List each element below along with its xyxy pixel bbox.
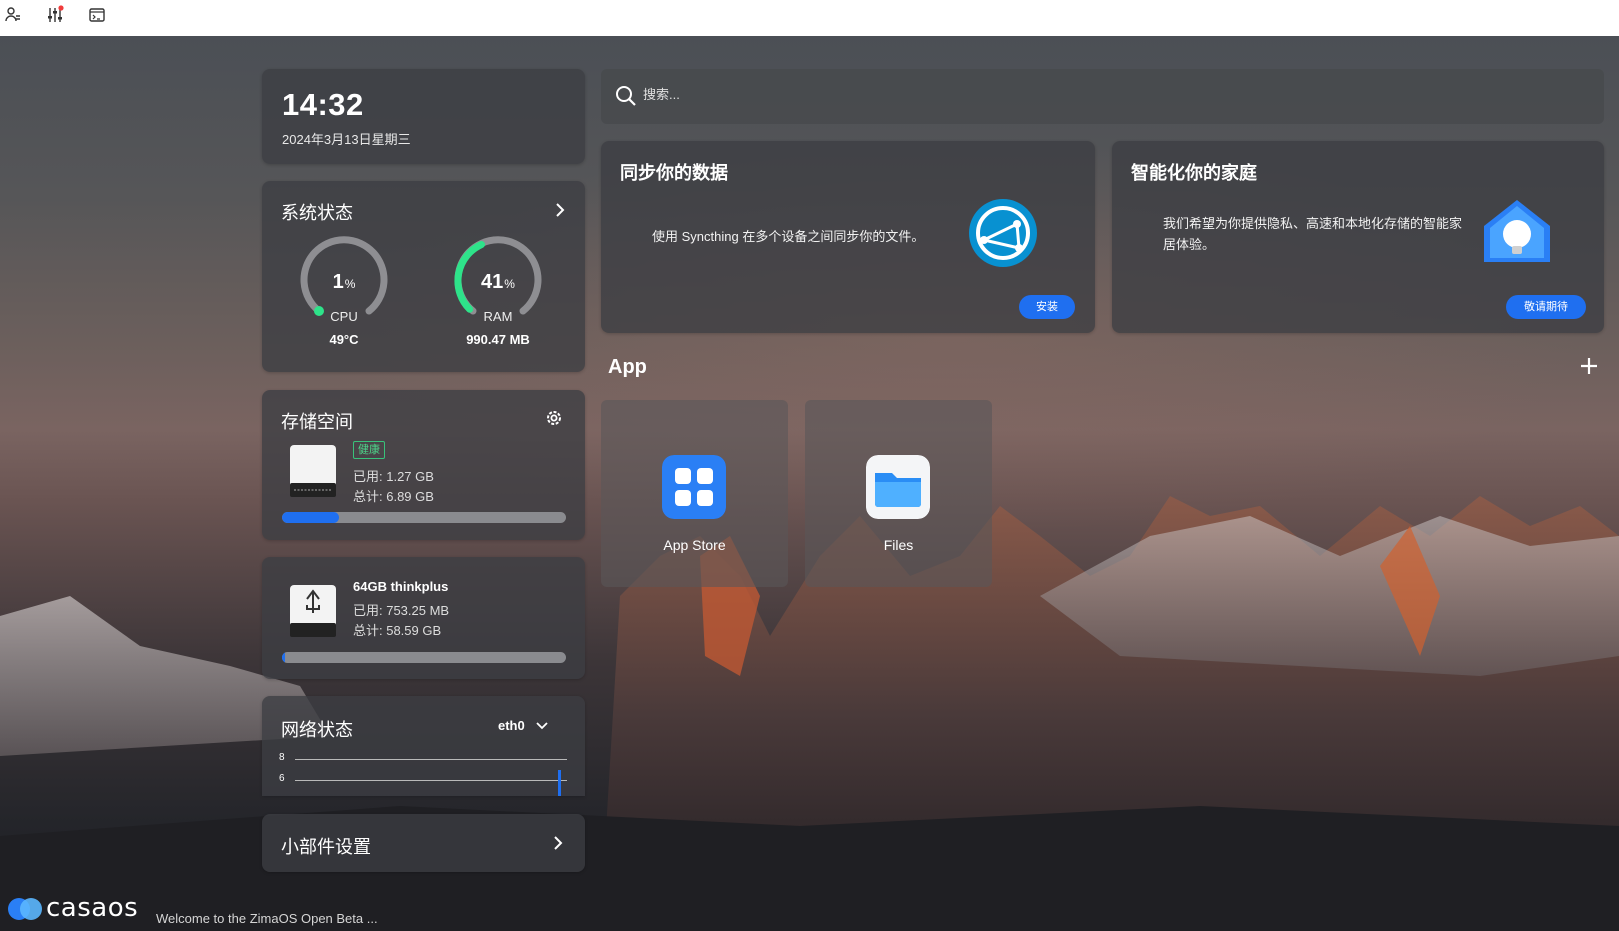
network-title: 网络状态: [281, 720, 353, 740]
promo-title: 智能化你的家庭: [1131, 163, 1257, 183]
footer-message[interactable]: Welcome to the ZimaOS Open Beta ...: [156, 911, 378, 926]
net-gridline: [295, 759, 567, 760]
health-badge: 健康: [353, 441, 385, 459]
cpu-label: CPU: [330, 309, 358, 324]
app-store-icon: [662, 455, 726, 519]
net-gridline: [295, 780, 567, 781]
usb-total: 总计: 58.59 GB: [353, 623, 442, 638]
clock-widget: 14:32 2024年3月13日星期三: [262, 69, 585, 164]
usb-storage-widget: 64GB thinkplus 已用: 753.25 MB 总计: 58.59 G…: [262, 557, 585, 679]
ram-label: RAM: [483, 309, 513, 324]
smart-home-icon: [1484, 200, 1550, 262]
system-status-widget[interactable]: 系统状态 1% CPU 49°C 41% RAM 990.47 MB: [262, 181, 585, 372]
gear-icon[interactable]: [544, 408, 564, 428]
system-status-title: 系统状态: [281, 203, 353, 223]
usb-drive-icon: [290, 585, 336, 637]
net-y-tick: 6: [279, 773, 285, 784]
promo-title: 同步你的数据: [620, 163, 728, 183]
search-input[interactable]: [641, 86, 1245, 103]
search-icon: [616, 86, 636, 106]
usb-usage-bar: [282, 652, 566, 663]
syncthing-icon: [969, 199, 1037, 267]
widget-settings-title: 小部件设置: [281, 837, 371, 857]
chevron-down-icon: [536, 721, 548, 729]
chevron-right-icon[interactable]: [551, 201, 569, 219]
widget-settings-button[interactable]: 小部件设置: [262, 814, 585, 872]
disk-total: 总计: 6.89 GB: [353, 489, 434, 504]
cpu-temp: 49°C: [329, 332, 359, 347]
usb-usage-fill: [282, 652, 285, 663]
usb-used: 已用: 753.25 MB: [353, 603, 450, 618]
interface-select[interactable]: eth0: [498, 718, 549, 733]
ram-value: 41%: [481, 271, 515, 293]
casaos-brand: casaos: [46, 893, 139, 923]
ram-used: 990.47 MB: [466, 332, 530, 347]
promo-card-syncthing: 同步你的数据 使用 Syncthing 在多个设备之间同步你的文件。 安装: [601, 141, 1095, 333]
settings-sliders-icon[interactable]: [44, 4, 66, 26]
casaos-logo: casaos: [6, 893, 138, 923]
cpu-value: 1%: [332, 271, 356, 293]
coming-soon-button[interactable]: 敬请期待: [1506, 295, 1586, 319]
user-icon[interactable]: [2, 4, 24, 26]
clock-time: 14:32: [282, 87, 364, 122]
install-button[interactable]: 安装: [1019, 295, 1075, 319]
interface-label: eth0: [498, 718, 525, 733]
clock-date: 2024年3月13日星期三: [282, 132, 411, 147]
disk-used: 已用: 1.27 GB: [353, 469, 434, 484]
app-tile-files[interactable]: Files: [805, 400, 992, 587]
network-widget: 网络状态 eth0 8 6: [262, 696, 585, 796]
search-bar[interactable]: [601, 69, 1604, 124]
app-name: Files: [883, 537, 914, 553]
net-y-tick: 8: [279, 752, 285, 763]
casaos-logo-icon: [8, 898, 42, 920]
promo-card-smart-home: 智能化你的家庭 我们希望为你提供隐私、高速和本地化存储的智能家居体验。 敬请期待: [1112, 141, 1604, 333]
app-tile-app-store[interactable]: App Store: [601, 400, 788, 587]
storage-title: 存储空间: [281, 412, 353, 432]
net-traffic-spike: [558, 770, 561, 796]
chevron-right-icon: [554, 836, 563, 850]
hard-disk-icon: [290, 445, 336, 497]
top-bar: [0, 0, 1619, 36]
disk-usage-fill: [282, 512, 339, 523]
terminal-icon[interactable]: [86, 4, 108, 26]
add-app-icon[interactable]: [1580, 357, 1598, 375]
folder-icon: [866, 455, 930, 519]
disk-usage-bar: [282, 512, 566, 523]
promo-description: 我们希望为你提供隐私、高速和本地化存储的智能家居体验。: [1163, 216, 1463, 252]
app-name: App Store: [663, 537, 726, 553]
usb-name: 64GB thinkplus: [353, 579, 449, 594]
app-section-title: App: [608, 356, 647, 378]
storage-widget: 存储空间 健康 已用: 1.27 GB 总计: 6.89 GB: [262, 390, 585, 540]
promo-description: 使用 Syncthing 在多个设备之间同步你的文件。: [652, 229, 925, 244]
